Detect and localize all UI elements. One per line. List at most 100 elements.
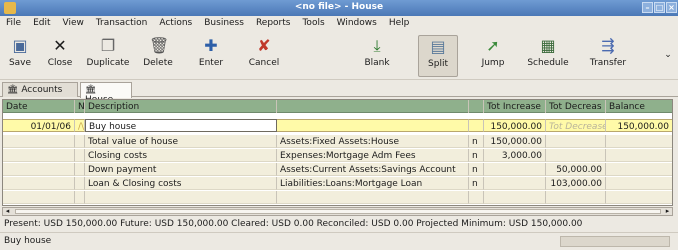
split-memo[interactable]: Loan & Closing costs (85, 177, 277, 190)
menu-business[interactable]: Business (198, 16, 250, 28)
transaction-row[interactable]: 01/01/06 /\ Buy house 150,000.00 Tot Dec… (3, 119, 672, 132)
cancel-label: Cancel (248, 58, 280, 68)
split-action (75, 177, 85, 190)
split-memo[interactable]: Down payment (85, 163, 277, 176)
menu-bar: File Edit View Transaction Actions Business Re… (0, 16, 678, 32)
split-date (3, 135, 75, 148)
split-memo[interactable]: Closing costs (85, 149, 277, 162)
menu-transaction[interactable]: Transaction (90, 16, 154, 28)
header-description[interactable]: Description (85, 100, 277, 113)
toolbar-overflow-chevron-icon[interactable]: ⌄ (662, 50, 674, 60)
split-row-empty[interactable] (3, 191, 672, 204)
split-reconcile[interactable]: n (469, 163, 484, 176)
close-button[interactable]: ✕ Close (44, 35, 76, 77)
blank-button[interactable]: ⤓ Blank (360, 35, 394, 77)
delete-button[interactable]: 🗑 Delete (138, 35, 178, 77)
save-button[interactable]: ▣ Save (4, 35, 36, 77)
menu-help[interactable]: Help (383, 16, 416, 28)
split-date (3, 149, 75, 162)
txn-increase[interactable]: 150,000.00 (484, 119, 546, 132)
duplicate-button[interactable]: ❐ Duplicate (84, 35, 132, 77)
split-button[interactable]: ▤ Split (418, 35, 458, 77)
split-decrease[interactable]: 103,000.00 (546, 177, 606, 190)
split-row[interactable]: Down payment Assets:Current Assets:Savin… (3, 163, 672, 176)
delete-label: Delete (143, 58, 173, 68)
split-account[interactable]: Assets:Fixed Assets:House (277, 135, 469, 148)
jump-label: Jump (481, 58, 505, 68)
split-memo[interactable]: Total value of house (85, 135, 277, 148)
duplicate-label: Duplicate (86, 58, 130, 68)
save-label: Save (8, 58, 32, 68)
split-memo[interactable] (85, 191, 277, 204)
txn-decrease-placeholder[interactable]: Tot Decrease (546, 119, 606, 132)
window-title: <no file> - House (294, 2, 384, 12)
menu-windows[interactable]: Windows (331, 16, 383, 28)
split-account[interactable]: Liabilities:Loans:Mortgage Loan (277, 177, 469, 190)
split-account[interactable]: Assets:Current Assets:Savings Account (277, 163, 469, 176)
transfer-button[interactable]: ⇶ Transfer (584, 35, 632, 77)
minimize-button[interactable]: – (642, 2, 653, 13)
cancel-button[interactable]: ✘ Cancel (244, 35, 284, 77)
split-decrease[interactable]: 50,000.00 (546, 163, 606, 176)
split-increase[interactable] (484, 177, 546, 190)
menu-reports[interactable]: Reports (250, 16, 297, 28)
maximize-button[interactable]: □ (654, 2, 665, 13)
split-row[interactable]: Loan & Closing costs Liabilities:Loans:M… (3, 177, 672, 190)
horizontal-scrollbar[interactable]: ◂ ▸ (2, 207, 673, 216)
split-label: Split (428, 59, 448, 69)
split-balance (606, 177, 672, 190)
split-reconcile[interactable]: n (469, 149, 484, 162)
scroll-right-arrow-icon[interactable]: ▸ (663, 207, 672, 216)
menu-edit[interactable]: Edit (27, 16, 56, 28)
header-tot-increase[interactable]: Tot Increase (484, 100, 546, 113)
header-tot-decrease[interactable]: Tot Decreas (546, 100, 606, 113)
floppy-disk-icon: ▣ (12, 36, 28, 55)
title-bar: <no file> - House – □ × (0, 0, 678, 16)
menu-tools[interactable]: Tools (296, 16, 330, 28)
txn-num[interactable]: /\ (75, 119, 85, 132)
account-summary-bar: Present: USD 150,000.00 Future: USD 150,… (4, 219, 583, 229)
split-account[interactable] (277, 191, 469, 204)
split-reconcile[interactable] (469, 191, 484, 204)
txn-description-input[interactable]: Buy house (85, 119, 277, 132)
tab-accounts[interactable]: 🏛 Accounts (2, 82, 78, 97)
split-increase[interactable]: 3,000.00 (484, 149, 546, 162)
schedule-label: Schedule (527, 58, 569, 68)
txn-balance: 150,000.00 (606, 119, 672, 132)
header-transfer[interactable] (277, 100, 469, 113)
header-balance[interactable]: Balance (606, 100, 672, 113)
transfer-label: Transfer (589, 58, 627, 68)
txn-reconcile[interactable] (469, 119, 484, 132)
notebook-tabs: 🏛 Accounts 🏛 House (0, 81, 678, 105)
split-balance (606, 135, 672, 148)
close-window-button[interactable]: × (666, 2, 677, 13)
schedule-button[interactable]: ▦ Schedule (522, 35, 574, 77)
split-reconcile[interactable]: n (469, 135, 484, 148)
split-row[interactable]: Total value of house Assets:Fixed Assets… (3, 135, 672, 148)
menu-view[interactable]: View (57, 16, 90, 28)
header-num[interactable]: N (75, 100, 85, 113)
scroll-left-arrow-icon[interactable]: ◂ (3, 207, 12, 216)
jump-button[interactable]: ➚ Jump (478, 35, 508, 77)
header-reconcile[interactable] (469, 100, 484, 113)
scrollbar-thumb[interactable] (15, 209, 661, 214)
menu-file[interactable]: File (0, 16, 27, 28)
header-date[interactable]: Date (3, 100, 75, 113)
split-increase[interactable] (484, 163, 546, 176)
txn-transfer[interactable] (277, 119, 469, 132)
split-icon: ▤ (430, 37, 446, 56)
menu-actions[interactable]: Actions (153, 16, 198, 28)
split-reconcile[interactable]: n (469, 177, 484, 190)
split-decrease[interactable] (546, 191, 606, 204)
split-increase[interactable] (484, 191, 546, 204)
txn-date[interactable]: 01/01/06 (3, 119, 75, 132)
tab-house[interactable]: 🏛 House (80, 82, 132, 105)
split-decrease[interactable] (546, 149, 606, 162)
split-increase[interactable]: 150,000.00 (484, 135, 546, 148)
split-row[interactable]: Closing costs Expenses:Mortgage Adm Fees… (3, 149, 672, 162)
enter-button[interactable]: ✚ Enter (194, 35, 228, 77)
split-decrease[interactable] (546, 135, 606, 148)
split-action (75, 191, 85, 204)
transfer-icon: ⇶ (601, 36, 615, 55)
split-account[interactable]: Expenses:Mortgage Adm Fees (277, 149, 469, 162)
